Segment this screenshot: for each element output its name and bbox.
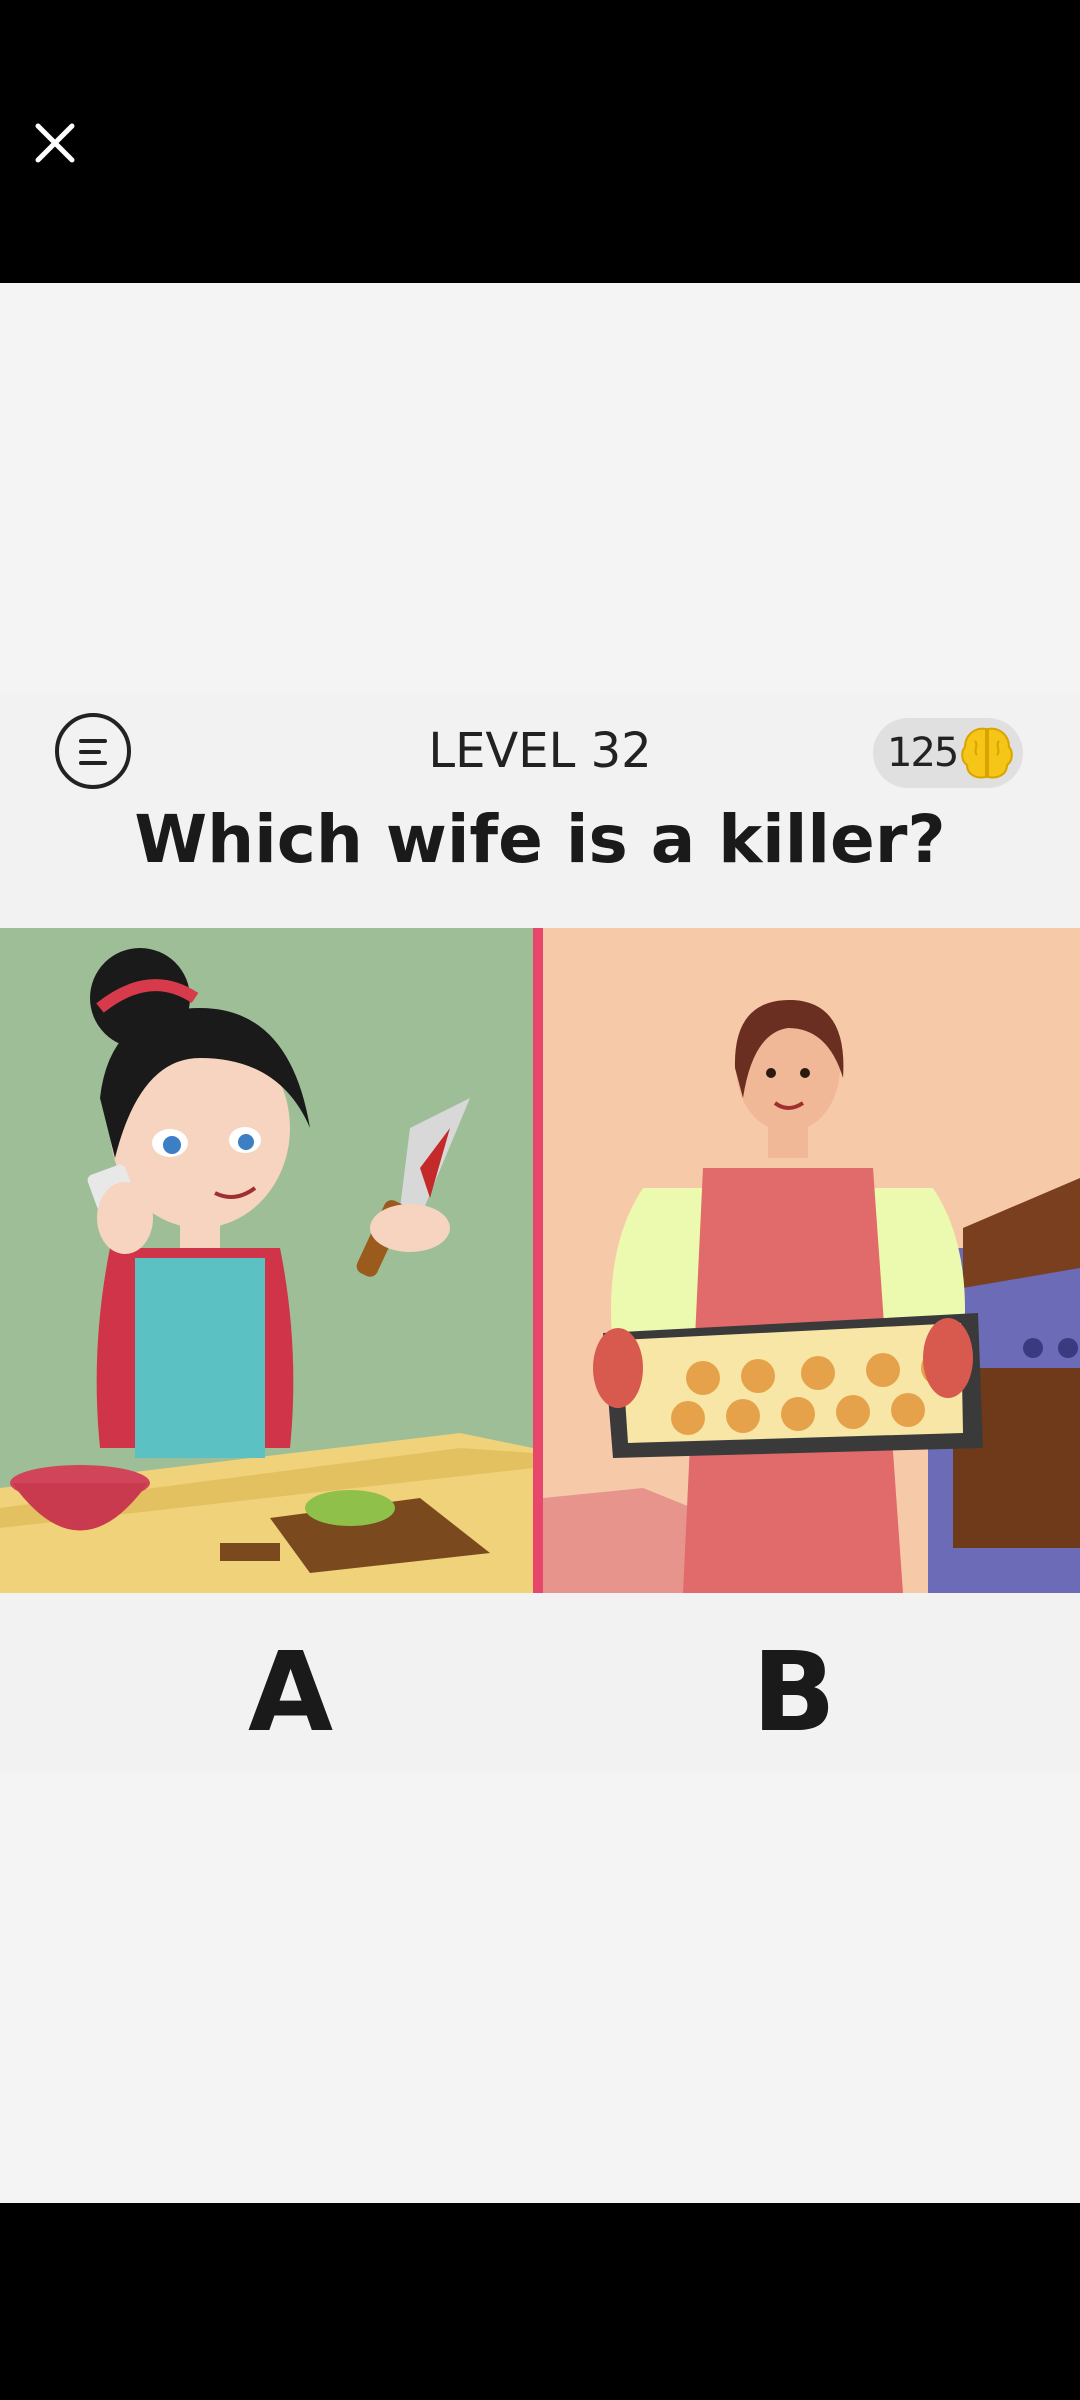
- score-value: 125: [887, 730, 959, 776]
- option-a-label[interactable]: A: [248, 1628, 333, 1756]
- option-b-image[interactable]: [543, 928, 1080, 1593]
- bottom-bar: [0, 2203, 1080, 2400]
- scene-a-illustration: [0, 948, 533, 1593]
- close-icon[interactable]: [30, 118, 80, 168]
- brain-icon: [961, 727, 1013, 779]
- option-a-image[interactable]: [0, 928, 533, 1593]
- game-screen: LEVEL 32 125 Which wife is a killer? A B: [0, 693, 1080, 1773]
- panel-divider: [533, 928, 543, 1593]
- score-badge: 125: [873, 718, 1023, 788]
- scene-b-illustration: [543, 999, 1080, 1593]
- top-bar: [0, 0, 1080, 283]
- video-content: LEVEL 32 125 Which wife is a killer? A B: [0, 283, 1080, 2203]
- option-b-label[interactable]: B: [752, 1628, 836, 1756]
- question-text: Which wife is a killer?: [134, 801, 946, 878]
